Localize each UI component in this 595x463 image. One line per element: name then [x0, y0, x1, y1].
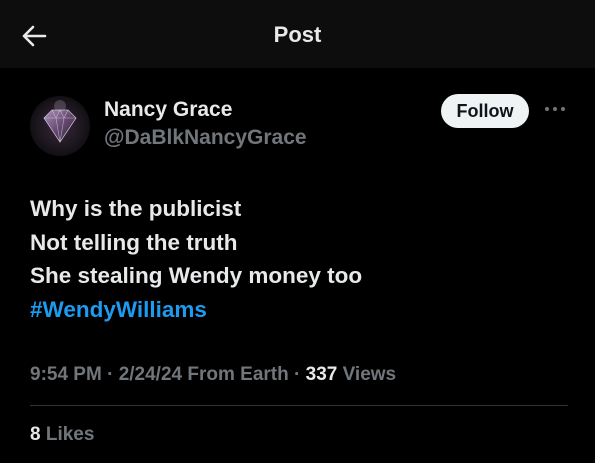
- likes-link[interactable]: 8 Likes: [30, 424, 94, 446]
- top-bar: Post: [0, 0, 595, 68]
- post-text-line: Not telling the truth: [30, 229, 238, 255]
- post-container: Nancy Grace @DaBlkNancyGrace Follow Why …: [0, 68, 595, 463]
- diamond-avatar-icon: [30, 96, 90, 156]
- post-location: From Earth: [182, 364, 289, 385]
- divider: [30, 405, 568, 406]
- views-label: Views: [337, 364, 397, 385]
- more-options-button[interactable]: [542, 96, 568, 122]
- likes-count: 8: [30, 424, 41, 445]
- meta-separator: ·: [288, 364, 306, 385]
- page-title: Post: [273, 22, 322, 47]
- likes-label: Likes: [40, 424, 95, 445]
- ellipsis-icon: [545, 107, 565, 111]
- author-handle[interactable]: @DaBlkNancyGrace: [104, 126, 307, 150]
- meta-separator: ·: [101, 364, 119, 385]
- post-meta: 9:54 PM · 2/24/24 From Earth · 337 Views: [30, 364, 396, 386]
- post-text-line: She stealing Wendy money too: [30, 263, 363, 288]
- post-date[interactable]: 2/24/24: [119, 364, 182, 385]
- author-display-name[interactable]: Nancy Grace: [104, 98, 232, 122]
- hashtag-link[interactable]: #WendyWilliams: [30, 293, 570, 327]
- views-count: 337: [305, 364, 338, 385]
- post-text: Why is the publicist Not telling the tru…: [30, 192, 570, 326]
- follow-button[interactable]: Follow: [441, 94, 529, 128]
- post-time[interactable]: 9:54 PM: [30, 364, 102, 385]
- post-text-line: Why is the publicist: [30, 196, 242, 221]
- avatar[interactable]: [30, 96, 90, 156]
